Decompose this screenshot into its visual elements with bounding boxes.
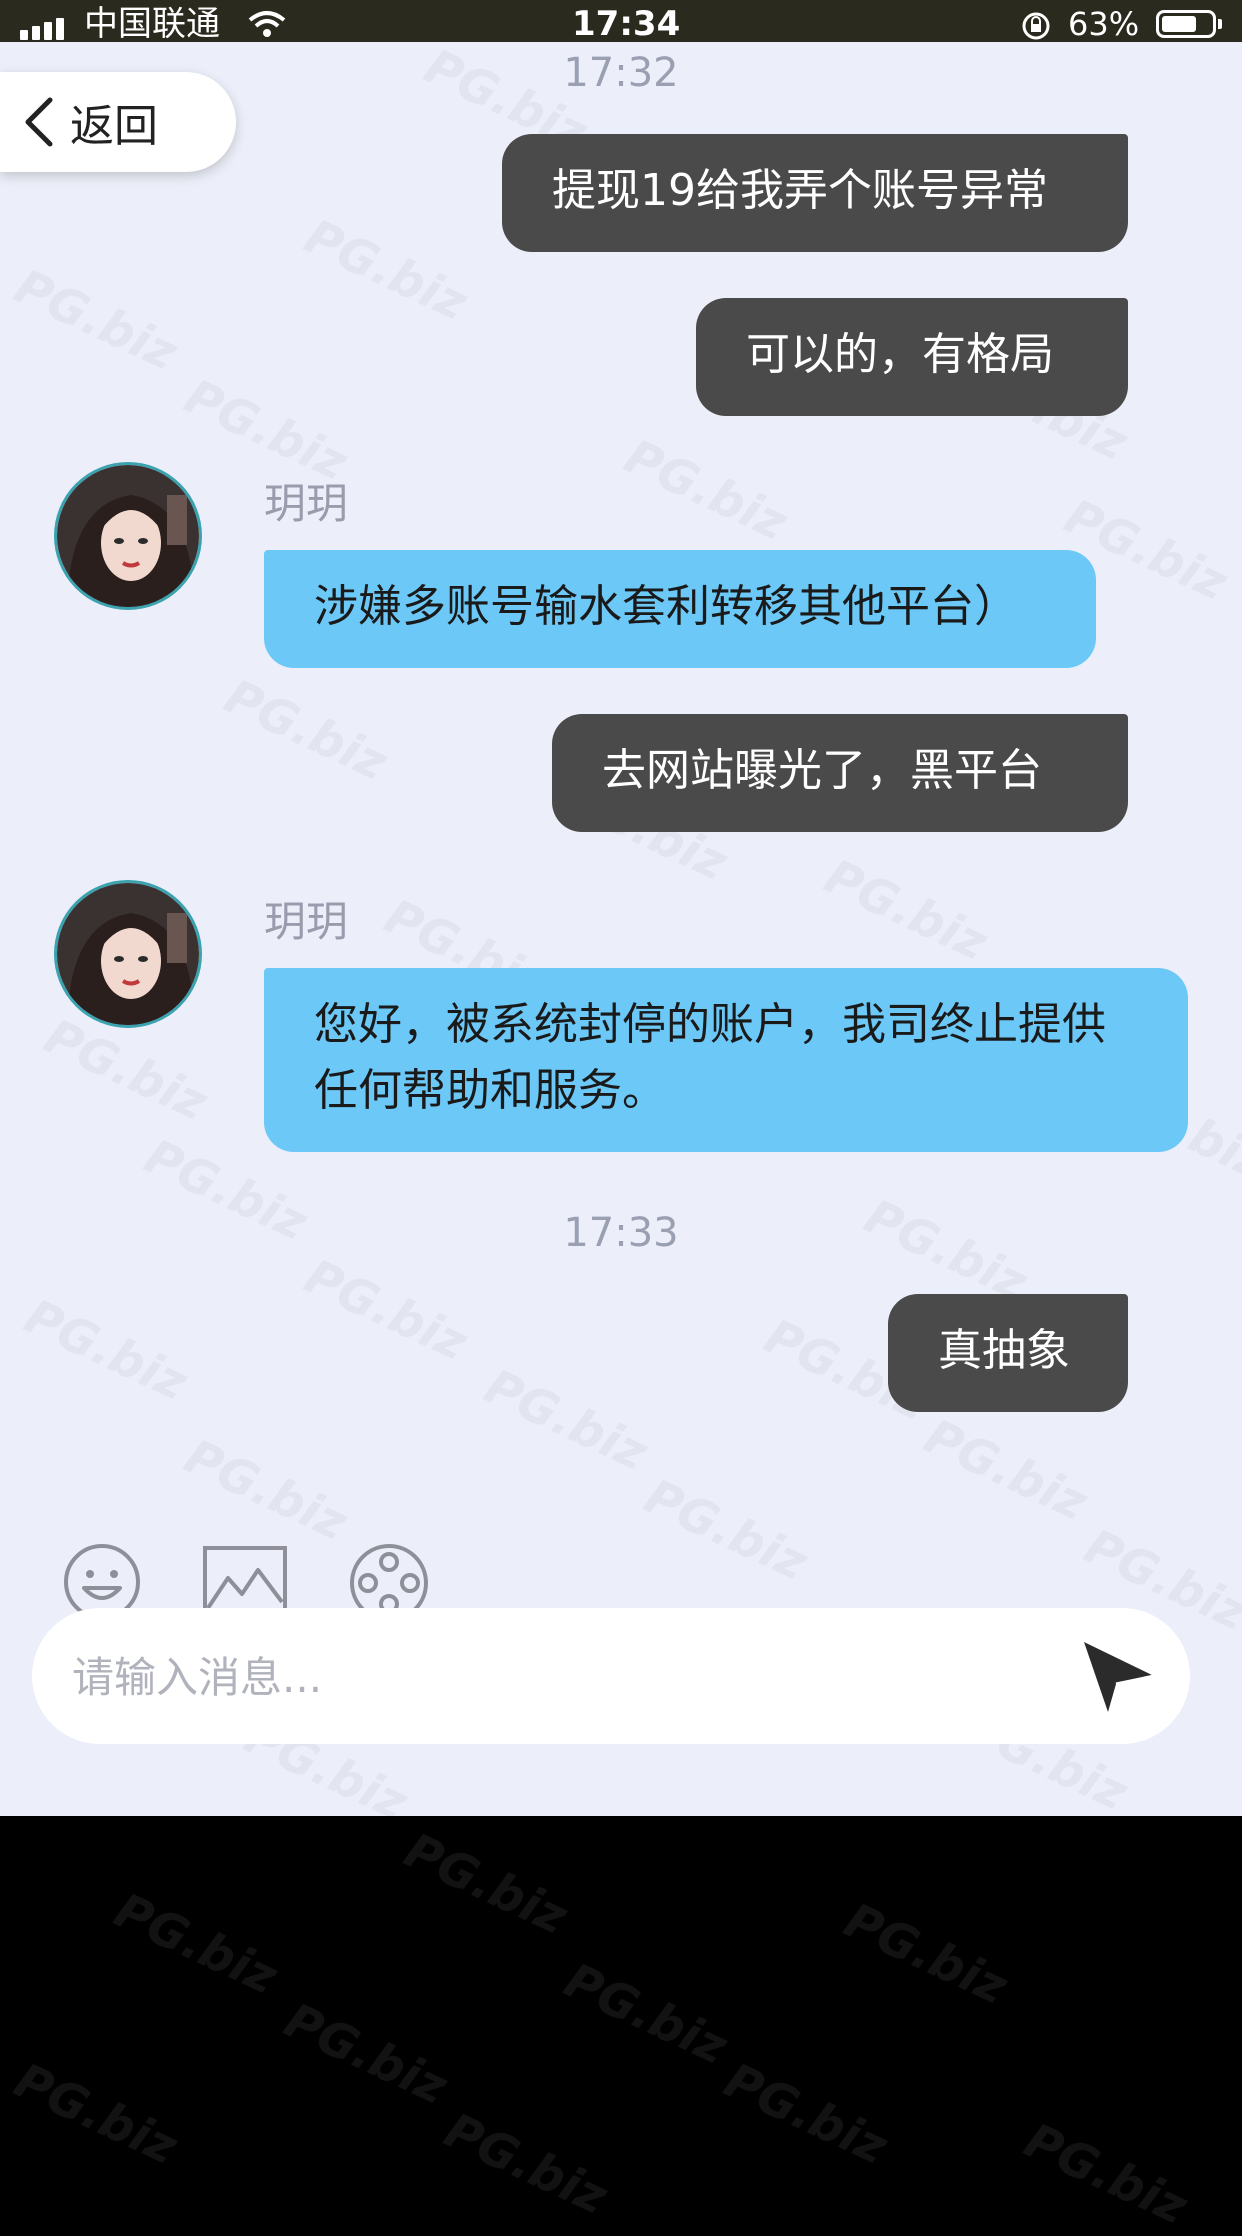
watermark: PG.biz [276, 1992, 456, 2116]
message-composer [32, 1608, 1190, 1744]
incoming-message[interactable]: 您好，被系统封停的账户，我司终止提供任何帮助和服务。 [264, 968, 1188, 1152]
time-separator: 17:32 [563, 50, 679, 96]
avatar-image [57, 883, 199, 1025]
status-time: 17:34 [572, 4, 681, 42]
watermark: PG.biz [296, 208, 476, 332]
time-separator: 17:33 [563, 1210, 679, 1256]
wifi-icon [248, 11, 286, 37]
watermark: PG.biz [836, 1892, 1016, 2016]
watermark: PG.biz [1016, 2112, 1196, 2236]
outgoing-message[interactable]: 真抽象 [888, 1294, 1128, 1412]
watermark: PG.biz [106, 1882, 286, 2006]
watermark: PG.biz [216, 668, 396, 792]
watermark: PG.biz [296, 1248, 476, 1372]
avatar[interactable] [54, 462, 202, 610]
watermark: PG.biz [616, 428, 796, 552]
message-input[interactable] [70, 1638, 1054, 1716]
bottom-blank-area: PG.biz PG.biz PG.biz PG.biz PG.biz PG.bi… [0, 1816, 1242, 2236]
signal-icon [20, 18, 68, 40]
watermark: PG.biz [436, 2102, 616, 2226]
avatar-image [57, 465, 199, 607]
status-bar: 中国联通 17:34 63% [0, 0, 1242, 42]
watermark: PG.biz [636, 1468, 816, 1592]
outgoing-message[interactable]: 提现19给我弄个账号异常 [502, 134, 1128, 252]
incoming-message[interactable]: 涉嫌多账号输水套利转移其他平台） [264, 550, 1096, 668]
outgoing-message[interactable]: 去网站曝光了，黑平台 [552, 714, 1128, 832]
sender-name: 玥玥 [264, 479, 349, 528]
orientation-lock-icon [1022, 12, 1050, 40]
battery-percent: 63% [1068, 5, 1140, 42]
send-icon[interactable] [1074, 1632, 1162, 1720]
watermark: PG.biz [6, 2052, 186, 2176]
watermark: PG.biz [556, 1952, 736, 2076]
chevron-left-icon [25, 97, 53, 147]
battery-icon [1156, 10, 1222, 38]
watermark: PG.biz [6, 258, 186, 382]
back-label: 返回 [70, 101, 158, 152]
outgoing-message[interactable]: 可以的，有格局 [696, 298, 1128, 416]
watermark: PG.biz [176, 1428, 356, 1552]
watermark: PG.biz [396, 1822, 576, 1946]
avatar[interactable] [54, 880, 202, 1028]
watermark: PG.biz [16, 1288, 196, 1412]
carrier-name: 中国联通 [84, 4, 220, 42]
watermark: PG.biz [916, 1408, 1096, 1532]
watermark: PG.biz [716, 2052, 896, 2176]
watermark: PG.biz [476, 1358, 656, 1482]
watermark: PG.biz [816, 848, 996, 972]
chat-screen: PG.biz PG.biz PG.biz PG.biz PG.biz PG.bi… [0, 42, 1242, 1816]
sender-name: 玥玥 [264, 897, 349, 946]
